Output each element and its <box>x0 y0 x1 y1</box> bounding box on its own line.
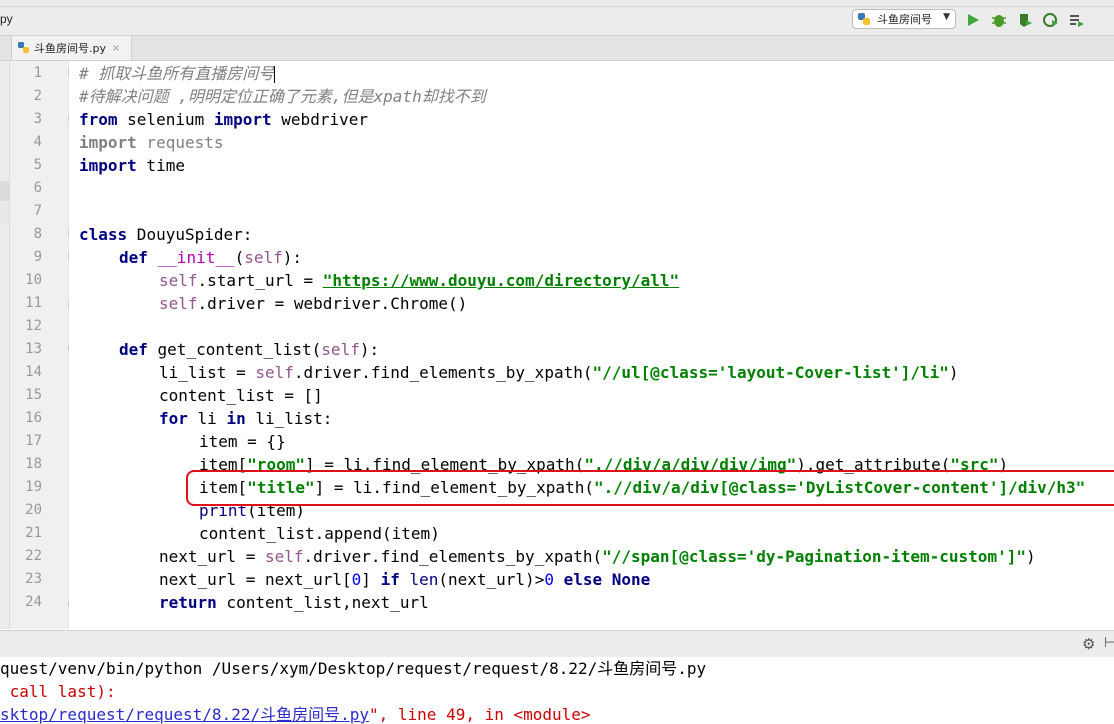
line-number: 20 <box>25 502 42 518</box>
chevron-down-icon: ▼ <box>943 12 950 22</box>
concurrency-icon[interactable] <box>1068 11 1086 29</box>
debug-icon[interactable] <box>990 11 1008 29</box>
window-title-strip <box>0 0 1114 7</box>
line-number: 2 <box>33 88 42 104</box>
code-line: self.start_url = "https://www.douyu.com/… <box>159 271 680 290</box>
run-icon[interactable] <box>964 11 982 29</box>
code-line: # 抓取斗鱼所有直播房间号 <box>79 64 276 83</box>
editor-tab-bar: 斗鱼房间号.py × <box>0 36 1114 61</box>
line-number: 4 <box>33 134 42 150</box>
code-line: def get_content_list(self): <box>119 340 380 359</box>
line-number: 5 <box>33 157 42 173</box>
code-line: next_url = next_url[0] if len(next_url)>… <box>159 570 651 589</box>
code-line: return content_list,next_url <box>159 593 429 612</box>
code-line: #待解决问题 ,明明定位正确了元素,但是xpath却找不到 <box>79 87 486 106</box>
code-line: content_list.append(item) <box>199 524 440 543</box>
code-line: for li in li_list: <box>159 409 333 428</box>
line-number: 6 <box>33 180 42 196</box>
line-number: 22 <box>25 548 42 564</box>
console-traceback-header: call last): <box>0 682 116 701</box>
line-number: 14 <box>25 364 42 380</box>
console-file-link[interactable]: sktop/request/request/8.22/斗鱼房间号.py <box>0 705 369 724</box>
console-command-line: quest/venv/bin/python /Users/xym/Desktop… <box>0 659 707 678</box>
line-number: 17 <box>25 433 42 449</box>
profile-icon[interactable] <box>1042 11 1060 29</box>
line-number: 10 <box>25 272 42 288</box>
code-line: class DouyuSpider: <box>79 225 253 244</box>
tab-douyu-room-number[interactable]: 斗鱼房间号.py × <box>11 36 132 60</box>
line-number: 19 <box>25 479 42 495</box>
console-traceback-frame: sktop/request/request/8.22/斗鱼房间号.py", li… <box>0 705 591 724</box>
run-configuration-label: 斗鱼房间号 <box>877 13 932 26</box>
code-line: def __init__(self): <box>119 248 303 267</box>
line-number: 23 <box>25 571 42 587</box>
line-number: 18 <box>25 456 42 472</box>
code-line: content_list = [] <box>159 386 323 405</box>
run-configuration-dropdown[interactable]: 斗鱼房间号 ▼ <box>852 9 956 29</box>
code-line: li_list = self.driver.find_elements_by_x… <box>159 363 959 382</box>
line-number: 11 <box>25 295 42 311</box>
code-editor[interactable]: # 抓取斗鱼所有直播房间号 #待解决问题 ,明明定位正确了元素,但是xpath却… <box>69 61 1114 629</box>
gear-icon[interactable]: ⚙ <box>1082 635 1095 653</box>
run-panel-header: ⚙ ⊢ <box>0 630 1114 657</box>
line-number: 8 <box>33 226 42 242</box>
left-tool-strip <box>0 61 10 629</box>
run-console[interactable]: quest/venv/bin/python /Users/xym/Desktop… <box>0 657 1114 724</box>
code-line: import requests <box>79 133 224 152</box>
line-number: 9 <box>33 249 42 265</box>
current-file-fragment: py <box>0 12 13 26</box>
code-line: from selenium import webdriver <box>79 110 368 129</box>
coverage-icon[interactable] <box>1016 11 1034 29</box>
code-line: item = {} <box>199 432 286 451</box>
structure-marker <box>0 204 9 224</box>
line-number-gutter: 1 2 3 4 5 6 7 8 9 10 11 12 13 14 15 16 1… <box>10 61 77 629</box>
text-cursor <box>274 66 276 83</box>
hide-panel-icon[interactable]: ⊢ <box>1104 635 1114 651</box>
line-number: 13 <box>25 341 42 357</box>
line-number: 7 <box>33 203 42 219</box>
code-line: self.driver = webdriver.Chrome() <box>159 294 468 313</box>
line-number: 3 <box>33 111 42 127</box>
tab-label: 斗鱼房间号.py <box>34 42 106 55</box>
line-number: 24 <box>25 594 42 610</box>
line-number: 21 <box>25 525 42 541</box>
navigation-toolbar: py 斗鱼房间号 ▼ <box>0 7 1114 36</box>
structure-marker <box>0 181 9 201</box>
python-file-icon <box>18 42 29 53</box>
line-number: 15 <box>25 387 42 403</box>
line-number: 12 <box>25 318 42 334</box>
python-run-config-icon <box>858 13 870 25</box>
highlight-annotation-box <box>186 470 1114 506</box>
code-line: import time <box>79 156 185 175</box>
code-line: next_url = self.driver.find_elements_by_… <box>159 547 1036 566</box>
line-number: 1 <box>33 65 42 81</box>
close-icon[interactable]: × <box>112 43 120 54</box>
line-number: 16 <box>25 410 42 426</box>
